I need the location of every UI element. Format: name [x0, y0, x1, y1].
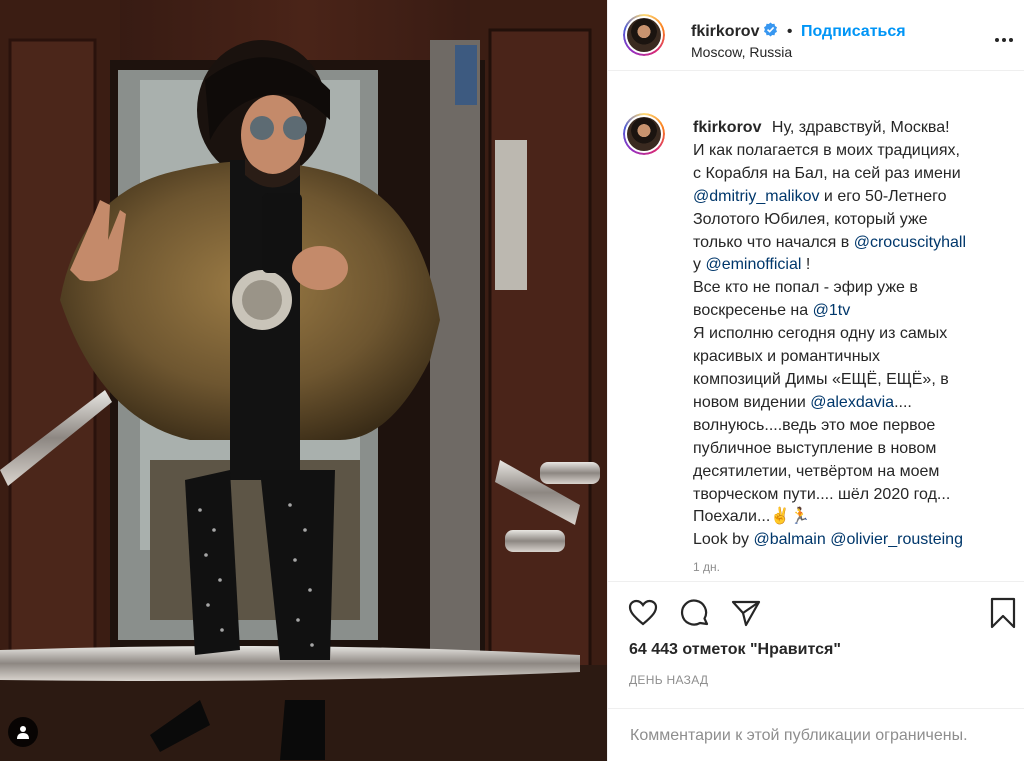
location-link[interactable]: Moscow, Russia	[691, 44, 792, 60]
caption-line: И как полагается в моих традициях,	[693, 140, 1018, 163]
caption-text: fkirkorov Ну, здравствуй, Москва! И как …	[693, 117, 1018, 552]
caption-line: творческом пути.... шёл 2020 год...	[693, 484, 1018, 507]
caption-line: десятилетии, четвёртом на моем	[693, 461, 1018, 484]
user-tag-button[interactable]	[8, 717, 38, 747]
caption-text-run: с Корабля на Бал, на сей раз имени	[693, 164, 961, 182]
caption-text-run: Золотого Юбилея, который уже	[693, 210, 928, 228]
verified-badge-icon	[763, 22, 778, 42]
caption-text-run: творческом пути.... шёл 2020 год...	[693, 485, 951, 503]
caption-line: композиций Димы «ЕЩЁ, ЕЩЁ», в	[693, 369, 1018, 392]
caption-line: Look by @balmain @olivier_rousteing	[693, 529, 1018, 552]
like-button[interactable]	[628, 599, 658, 631]
caption-line: Поехали...✌️🏃	[693, 506, 1018, 529]
post-photo[interactable]	[0, 0, 607, 761]
user-tag-icon	[17, 726, 29, 739]
post-header: fkirkorov • Подписаться Moscow, Russia	[608, 0, 1024, 71]
elevator-selfie-image	[0, 0, 607, 761]
caption-text-run: композиций Димы «ЕЩЁ, ЕЩЁ», в	[693, 370, 949, 388]
header-avatar[interactable]	[623, 14, 665, 56]
caption-line: Золотого Юбилея, который уже	[693, 209, 1018, 232]
caption-text-run: Все кто не попал - эфир уже в	[693, 279, 918, 297]
caption-text-run: волнуюсь....ведь это мое первое	[693, 416, 936, 434]
mention-dmitriy-malikov[interactable]: @dmitriy_malikov	[693, 188, 819, 205]
likes-count-number: 64 443	[629, 641, 678, 658]
caption-avatar[interactable]	[623, 113, 665, 155]
mention-balmain[interactable]: @balmain	[753, 531, 825, 548]
comments-limited-notice: Комментарии к этой публикации ограничены…	[608, 708, 1024, 762]
caption-text-run: и его 50-Летнего	[819, 187, 947, 205]
mention-crocuscityhall[interactable]: @crocuscityhall	[854, 234, 966, 251]
header-user-row: fkirkorov • Подписаться	[691, 22, 906, 42]
caption-text-run: Поехали...✌️🏃	[693, 508, 811, 526]
caption-text-run: публичное выступление в новом	[693, 439, 937, 457]
save-button[interactable]	[990, 597, 1016, 634]
mention-eminofficial[interactable]: @eminofficial	[705, 256, 801, 273]
caption-text-run: ....	[894, 393, 912, 411]
caption-text-run: только что начался в	[693, 233, 854, 251]
share-icon	[731, 600, 761, 627]
heart-icon	[628, 599, 658, 626]
caption-line: @dmitriy_malikov и его 50-Летнего	[693, 186, 1018, 209]
caption-line: с Корабля на Бал, на сей раз имени	[693, 163, 1018, 186]
caption-text-run: у	[693, 256, 706, 274]
caption-line: Я исполню сегодня одну из самых	[693, 323, 1018, 346]
caption-line: публичное выступление в новом	[693, 438, 1018, 461]
caption-text-run: новом видении	[693, 393, 811, 411]
mention-alexdavia[interactable]: @alexdavia	[810, 394, 894, 411]
post-date[interactable]: ДЕНЬ НАЗАД	[629, 673, 708, 687]
header-username[interactable]: fkirkorov	[691, 23, 759, 40]
more-options-icon	[995, 38, 1013, 42]
caption-line: только что начался в @crocuscityhall	[693, 232, 1018, 255]
header-dot-separator: •	[786, 23, 793, 41]
post-sidebar: fkirkorov • Подписаться Moscow, Russia f…	[607, 0, 1024, 761]
caption-line: волнуюсь....ведь это мое первое	[693, 415, 1018, 438]
caption-section: fkirkorov Ну, здравствуй, Москва! И как …	[608, 71, 1024, 581]
caption-text-run: десятилетии, четвёртом на моем	[693, 462, 940, 480]
caption-line: красивых и романтичных	[693, 346, 1018, 369]
follow-button[interactable]: Подписаться	[801, 23, 906, 40]
caption-line: Все кто не попал - эфир уже в	[693, 277, 1018, 300]
mention-olivier-rousteing[interactable]: @olivier_rousteing	[830, 531, 963, 548]
caption-text-run: Ну, здравствуй, Москва!	[771, 119, 950, 136]
likes-count[interactable]: 64 443 отметок "Нравится"	[629, 641, 841, 659]
comment-button[interactable]	[680, 598, 710, 633]
caption-text-run: !	[801, 256, 811, 274]
bookmark-icon	[990, 597, 1016, 629]
likes-count-suffix: отметок "Нравится"	[677, 641, 841, 658]
caption-username[interactable]: fkirkorov	[693, 119, 761, 136]
caption-text-run: Я исполню сегодня одну из самых	[693, 325, 948, 343]
more-options-button[interactable]	[994, 30, 1014, 48]
comment-icon	[680, 599, 709, 626]
caption-text-run: воскресенье на	[693, 302, 813, 320]
caption-timestamp: 1 дн.	[693, 560, 720, 574]
caption-text-run: красивых и романтичных	[693, 348, 881, 366]
caption-line: воскресенье на @1tv	[693, 300, 1018, 323]
mention-1tv[interactable]: @1tv	[813, 302, 851, 319]
post-actions: 64 443 отметок "Нравится" ДЕНЬ НАЗАД Ком…	[608, 581, 1024, 761]
share-button[interactable]	[731, 599, 761, 632]
caption-text-run: И как полагается в моих традициях,	[693, 141, 960, 159]
caption-line: fkirkorov Ну, здравствуй, Москва!	[693, 117, 1018, 140]
caption-text-run: Look by	[693, 531, 754, 549]
caption-line: новом видении @alexdavia....	[693, 392, 1018, 415]
caption-line: у @eminofficial !	[693, 254, 1018, 277]
